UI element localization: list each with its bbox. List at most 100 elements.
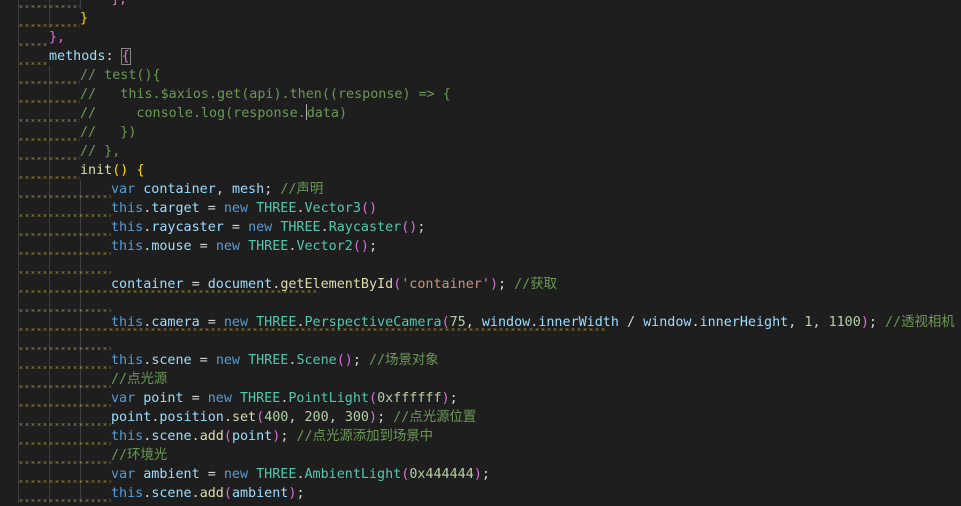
- warning-squiggle: [18, 24, 80, 27]
- code-line[interactable]: [0, 294, 961, 313]
- warning-squiggle: [18, 100, 80, 103]
- code-token: .: [223, 410, 232, 425]
- code-line[interactable]: var point = new THREE.PointLight(0xfffff…: [0, 389, 961, 408]
- warning-squiggle: [18, 119, 80, 122]
- code-token: =: [199, 201, 224, 216]
- code-token: new: [207, 391, 240, 406]
- code-token: //点光源: [111, 372, 168, 387]
- code-text: this.raycaster = new THREE.Raycaster();: [111, 218, 425, 237]
- code-token: THREE: [256, 315, 297, 330]
- code-text: //点光源: [111, 370, 167, 389]
- code-line[interactable]: this.camera = new THREE.PerspectiveCamer…: [0, 313, 961, 332]
- warning-squiggle: [18, 480, 111, 483]
- code-line[interactable]: this.scene.add(ambient);: [0, 484, 961, 503]
- code-token: THREE: [248, 239, 289, 254]
- code-line[interactable]: var container, mesh; //声明: [0, 180, 961, 199]
- code-line[interactable]: }: [0, 9, 961, 28]
- warning-squiggle: [18, 157, 80, 160]
- code-token: ,: [288, 410, 305, 425]
- code-token: this: [111, 220, 144, 235]
- code-text: // console.log(response.data): [80, 104, 347, 123]
- code-token: this: [111, 429, 144, 444]
- code-token: ;: [377, 410, 394, 425]
- warning-squiggle: [18, 62, 49, 65]
- code-token: Raycaster: [328, 220, 402, 235]
- code-token: ;: [481, 467, 490, 482]
- code-editor[interactable]: ],}}, methods: {// test(){// this.$axios.…: [0, 0, 961, 506]
- warning-squiggle: [18, 5, 80, 8]
- code-token: =: [199, 315, 224, 330]
- code-token: .: [691, 315, 700, 330]
- code-token: position: [159, 410, 224, 425]
- code-token: scene: [151, 353, 192, 368]
- code-token: ;: [369, 239, 378, 254]
- code-text: // this.$axios.get(api).then((response) …: [80, 85, 451, 104]
- code-line[interactable]: this.mouse = new THREE.Vector2();: [0, 237, 961, 256]
- code-line[interactable]: this.scene = new THREE.Scene(); //场景对象: [0, 351, 961, 370]
- code-token: //获取: [514, 277, 558, 292]
- code-text: var point = new THREE.PointLight(0xfffff…: [111, 389, 458, 408]
- code-token: new: [215, 353, 249, 368]
- code-line[interactable]: init() {: [0, 161, 961, 180]
- code-token: =: [199, 467, 224, 482]
- warning-squiggle: [18, 309, 111, 312]
- code-token: ;: [280, 429, 297, 444]
- code-line[interactable]: //环境光: [0, 446, 961, 465]
- code-line[interactable]: // this.$axios.get(api).then((response) …: [0, 85, 961, 104]
- code-line[interactable]: // console.log(response.data): [0, 104, 961, 123]
- code-line[interactable]: ],: [0, 0, 961, 9]
- code-token: ],: [111, 0, 127, 7]
- code-text: init() {: [80, 161, 145, 180]
- code-token: //场景对象: [369, 353, 439, 368]
- code-token: ;: [498, 277, 515, 292]
- warning-squiggle: [18, 461, 111, 464]
- code-token: ,: [788, 315, 805, 330]
- code-line[interactable]: [0, 332, 961, 351]
- code-token: container: [111, 277, 184, 292]
- code-line[interactable]: },: [0, 28, 961, 47]
- code-line[interactable]: // }): [0, 123, 961, 142]
- code-text: this.scene.add(point); //点光源添加到场景中: [111, 427, 433, 446]
- code-line[interactable]: // test(){: [0, 66, 961, 85]
- code-line[interactable]: [0, 256, 961, 275]
- code-token: new: [223, 201, 257, 216]
- code-text: container = document.getElementById('con…: [111, 275, 557, 294]
- code-token: mouse: [151, 239, 192, 254]
- code-text: this.camera = new THREE.PerspectiveCamer…: [111, 313, 955, 332]
- code-token: new: [248, 220, 281, 235]
- code-line[interactable]: var ambient = new THREE.AmbientLight(0x4…: [0, 465, 961, 484]
- code-line[interactable]: this.raycaster = new THREE.Raycaster();: [0, 218, 961, 237]
- code-token: ;: [868, 315, 885, 330]
- code-token: (: [223, 429, 232, 444]
- code-token: point: [111, 410, 152, 425]
- warning-squiggle: [18, 138, 80, 141]
- code-token: (): [112, 163, 137, 178]
- warning-squiggle: [18, 43, 49, 46]
- code-token: =: [223, 220, 249, 235]
- code-line[interactable]: // },: [0, 142, 961, 161]
- code-line[interactable]: //点光源: [0, 370, 961, 389]
- code-token: ,: [328, 410, 345, 425]
- warning-squiggle: [18, 347, 111, 350]
- code-token: //点光源位置: [393, 410, 477, 425]
- code-token: ): [489, 277, 498, 292]
- code-line[interactable]: this.scene.add(point); //点光源添加到场景中: [0, 427, 961, 446]
- code-token: camera: [151, 315, 200, 330]
- code-token: 400: [264, 410, 289, 425]
- code-token: ambient: [143, 467, 200, 482]
- code-line[interactable]: this.target = new THREE.Vector3(): [0, 199, 961, 218]
- code-token: var: [111, 182, 144, 197]
- warning-squiggle: [18, 271, 111, 274]
- code-token: PointLight: [288, 391, 369, 406]
- code-token: Scene: [296, 353, 337, 368]
- code-token: AmbientLight: [304, 467, 402, 482]
- code-line[interactable]: point.position.set(400, 200, 300); //点光源…: [0, 408, 961, 427]
- code-line[interactable]: container = document.getElementById('con…: [0, 275, 961, 294]
- code-token: .: [320, 220, 329, 235]
- code-token: var: [111, 391, 144, 406]
- code-token: =: [183, 391, 208, 406]
- code-token: /: [618, 315, 644, 330]
- warning-squiggle: [18, 385, 111, 388]
- code-line[interactable]: methods: {: [0, 47, 961, 66]
- code-token: scene: [151, 486, 192, 501]
